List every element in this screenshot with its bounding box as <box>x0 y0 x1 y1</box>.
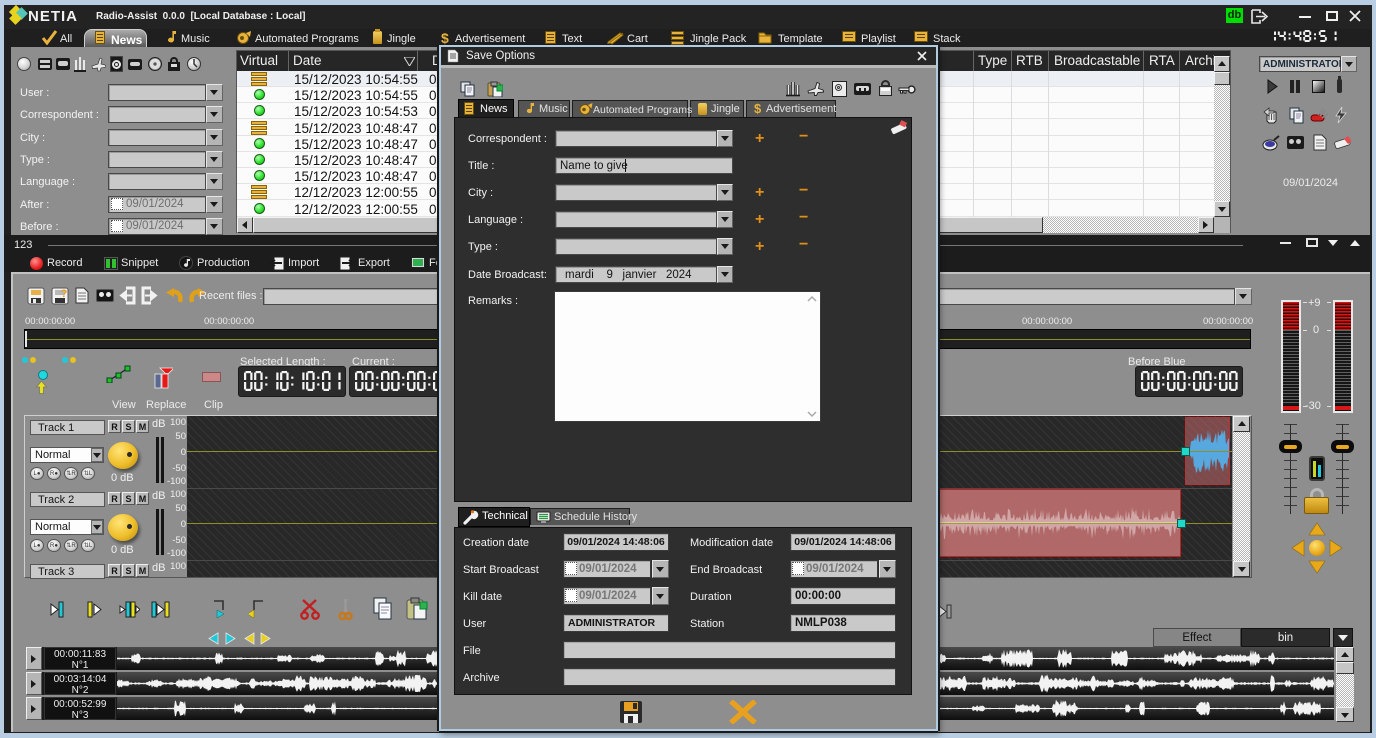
svg-text:?: ? <box>61 288 68 300</box>
